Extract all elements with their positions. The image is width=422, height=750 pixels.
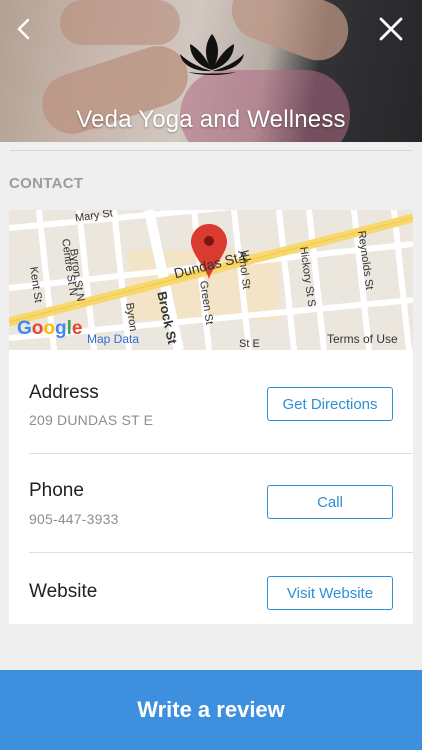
google-logo: Google	[17, 318, 83, 339]
street-label: St E	[239, 338, 260, 350]
address-value: 209 DUNDAS ST E	[29, 412, 154, 428]
call-button[interactable]: Call	[267, 485, 393, 519]
get-directions-button[interactable]: Get Directions	[267, 387, 393, 421]
section-label-contact: CONTACT	[9, 175, 84, 192]
close-icon[interactable]	[376, 14, 406, 44]
contact-row-phone: Phone 905-447-3933 Call	[9, 454, 413, 554]
visit-website-button[interactable]: Visit Website	[267, 576, 393, 610]
address-label: Address	[29, 382, 99, 403]
website-label: Website	[29, 581, 98, 602]
map-view[interactable]: Mary St Byron St N Centre St N Kent St B…	[9, 210, 413, 350]
page-title: Veda Yoga and Wellness	[76, 106, 346, 133]
lotus-logo	[180, 34, 244, 75]
terms-of-use-link[interactable]: Terms of Use	[327, 332, 398, 346]
phone-value: 905-447-3933	[29, 511, 119, 527]
contact-row-address: Address 209 DUNDAS ST E Get Directions	[9, 350, 413, 450]
contact-row-website: Website Visit Website	[9, 553, 413, 653]
phone-label: Phone	[29, 480, 84, 501]
hero-banner: Veda Yoga and Wellness	[0, 0, 422, 142]
map-data-link[interactable]: Map Data	[87, 332, 139, 346]
contact-card: Address 209 DUNDAS ST E Get Directions P…	[9, 350, 413, 624]
write-review-button[interactable]: Write a review	[0, 670, 422, 750]
divider	[10, 150, 412, 151]
chevron-left-icon[interactable]	[10, 14, 40, 44]
